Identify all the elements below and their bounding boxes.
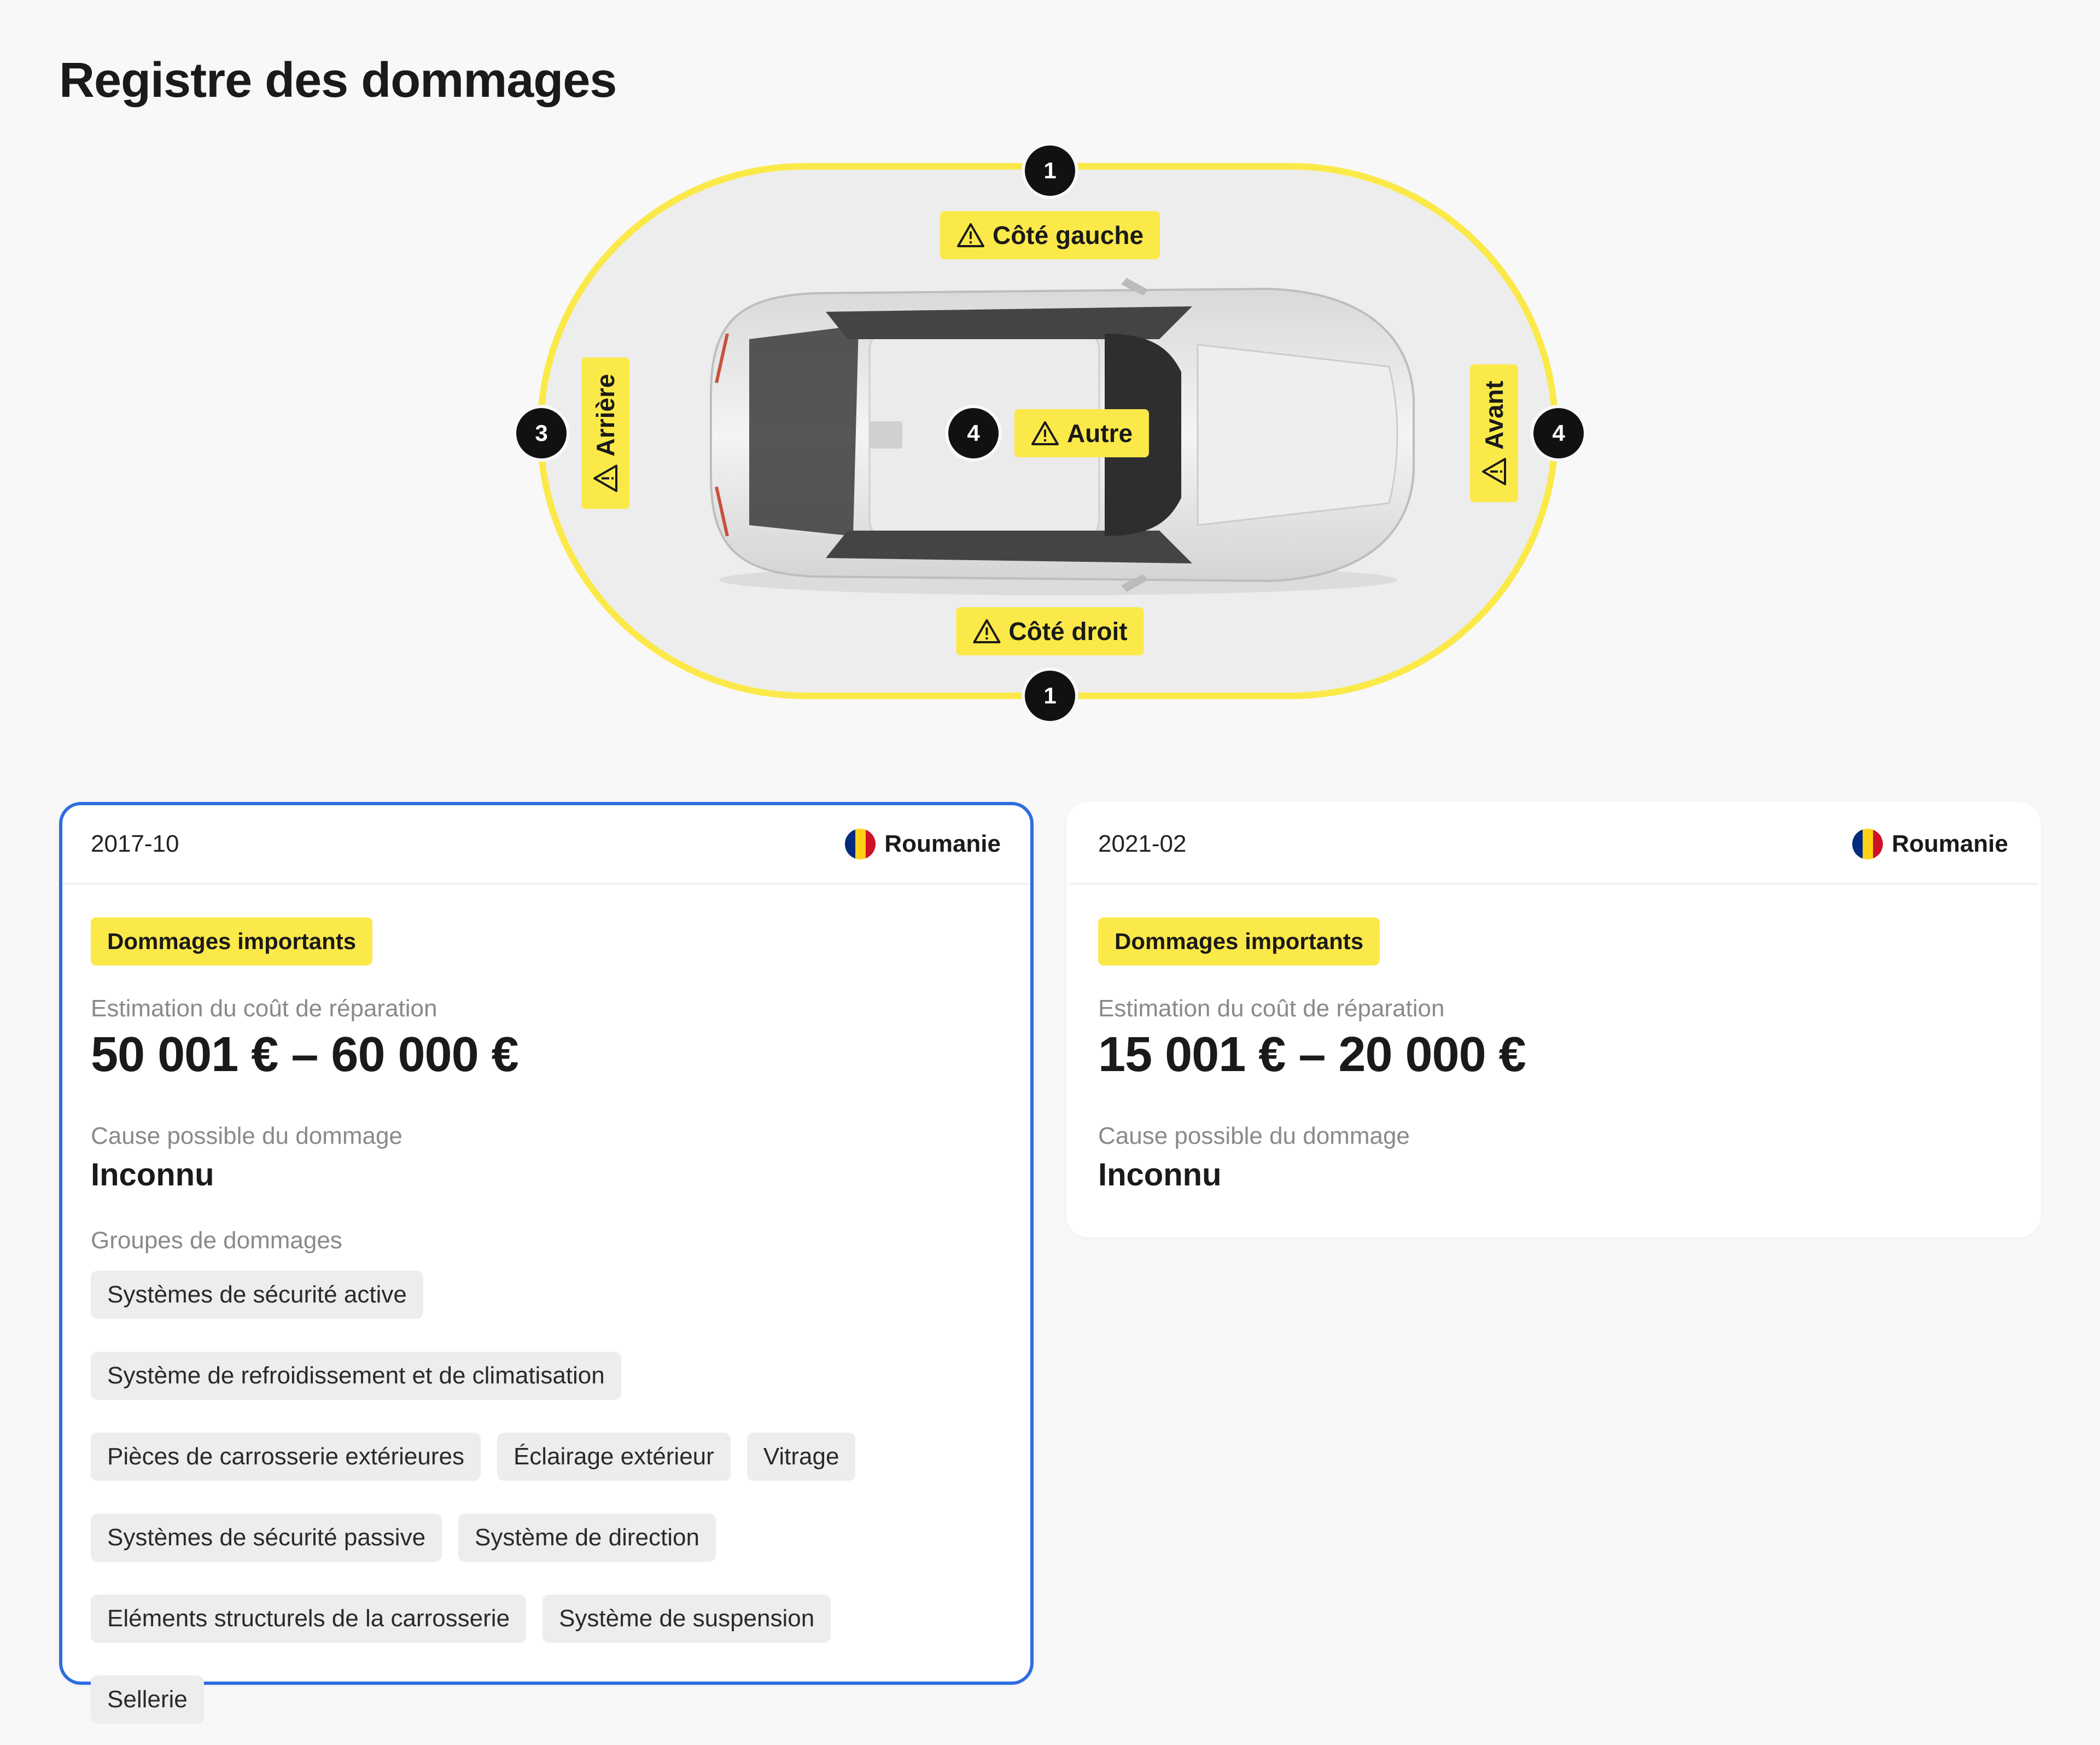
record-country: Roumanie [1852,829,2008,859]
romania-flag-icon [845,829,876,859]
damage-group-chip: Pièces de carrosserie extérieures [91,1433,481,1481]
cause-value: Inconnu [91,1157,214,1193]
damage-group-chip: Vitrage [746,1433,856,1481]
cause-value: Inconnu [1098,1157,1222,1193]
romania-flag-icon [1852,829,1883,859]
record-country: Roumanie [845,829,1001,859]
warning-triangle-icon [973,619,1001,643]
damage-group-chip: Systèmes de sécurité passive [91,1514,442,1562]
severity-badge: Dommages importants [91,917,373,965]
record-date: 2021-02 [1098,830,1187,857]
right-side-count-badge: 1 [1025,671,1075,721]
zone-tag-right-side[interactable]: Côté droit [956,607,1144,655]
zone-label: Côté gauche [992,221,1144,249]
warning-triangle-icon [1031,421,1059,445]
damage-group-chip: Système de refroidissement et de climati… [91,1352,621,1400]
card-header: 2017-10 Roumanie [62,805,1030,885]
cost-label: Estimation du coût de réparation [91,995,438,1022]
zone-tag-front[interactable]: Avant [1470,364,1518,503]
damage-group-chip: Système de suspension [542,1595,831,1643]
damage-groups-list: Systèmes de sécurité active Système de r… [91,1271,900,1724]
severity-badge: Dommages importants [1098,917,1380,965]
warning-triangle-icon [956,223,984,247]
cost-value: 15 001 € – 20 000 € [1098,1027,1526,1082]
cost-label: Estimation du coût de réparation [1098,995,1445,1022]
damage-zone-diagram: 1 1 3 4 4 Côté gauche Côté droit Autre A… [0,0,2100,733]
card-header: 2021-02 Roumanie [1070,805,2038,885]
cost-value: 50 001 € – 60 000 € [91,1027,519,1082]
damage-group-chip: Éclairage extérieur [497,1433,731,1481]
country-name: Roumanie [884,830,1001,857]
cause-label: Cause possible du dommage [1098,1122,1410,1149]
damage-group-chip: Sellerie [91,1676,204,1724]
damage-record-card[interactable]: 2021-02 Roumanie Dommages importants Est… [1066,802,2041,1237]
zone-tag-rear[interactable]: Arrière [581,357,629,509]
zone-label: Côté droit [1008,617,1128,645]
left-side-count-badge: 1 [1025,146,1075,196]
rear-count-badge: 3 [516,408,567,458]
zone-tag-other[interactable]: Autre [1014,409,1150,457]
damage-group-chip: Eléments structurels de la carrosserie [91,1595,527,1643]
damage-group-chip: Système de direction [458,1514,716,1562]
zone-label: Avant [1480,380,1508,450]
country-name: Roumanie [1892,830,2008,857]
front-count-badge: 4 [1533,408,1584,458]
cause-label: Cause possible du dommage [91,1122,402,1149]
zone-label: Arrière [591,374,620,457]
other-count-badge: 4 [948,408,999,458]
record-date: 2017-10 [91,830,179,857]
warning-triangle-icon [593,464,617,492]
groups-label: Groupes de dommages [91,1227,342,1254]
warning-triangle-icon [1482,458,1506,486]
damage-group-chip: Systèmes de sécurité active [91,1271,423,1319]
damage-record-card[interactable]: 2017-10 Roumanie Dommages importants Est… [59,802,1034,1724]
zone-label: Autre [1066,419,1133,447]
zone-tag-left-side[interactable]: Côté gauche [940,211,1160,259]
